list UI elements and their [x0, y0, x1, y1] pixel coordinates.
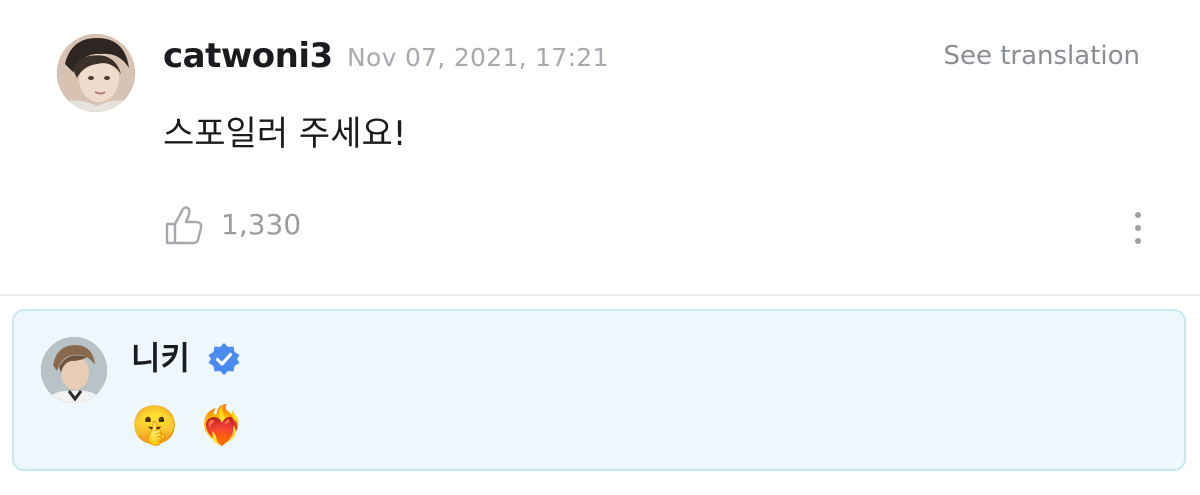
avatar-photo	[41, 337, 107, 403]
like-button[interactable]	[164, 204, 204, 246]
comment-thread: catwoni3 Nov 07, 2021, 17:21 See transla…	[0, 0, 1200, 495]
see-translation-link[interactable]: See translation	[943, 41, 1140, 71]
more-vertical-icon-dot	[1135, 225, 1141, 231]
thumbs-up-icon	[165, 206, 203, 245]
divider	[0, 294, 1200, 296]
heart-on-fire-emoji: ❤️‍🔥	[198, 403, 246, 447]
more-options-button[interactable]	[1126, 208, 1150, 248]
more-vertical-icon-dot	[1135, 212, 1141, 218]
comment-timestamp: Nov 07, 2021, 17:21	[347, 43, 609, 72]
like-count: 1,330	[221, 208, 302, 241]
more-vertical-icon-dot	[1135, 238, 1141, 244]
comment-text: 스포일러 주세요!	[163, 114, 407, 154]
artist-avatar[interactable]	[41, 337, 107, 403]
artist-name[interactable]: 니키	[131, 333, 190, 379]
artist-reply-card: 니키 🤫 ❤️‍🔥	[12, 309, 1186, 471]
reply-emojis: 🤫 ❤️‍🔥	[131, 403, 254, 447]
avatar-photo	[57, 34, 135, 112]
comment-author[interactable]: catwoni3	[163, 36, 333, 76]
shushing-face-emoji: 🤫	[131, 403, 179, 447]
fan-comment: catwoni3 Nov 07, 2021, 17:21 See transla…	[0, 0, 1200, 295]
verified-badge-icon	[207, 342, 241, 376]
user-avatar[interactable]	[57, 34, 135, 112]
